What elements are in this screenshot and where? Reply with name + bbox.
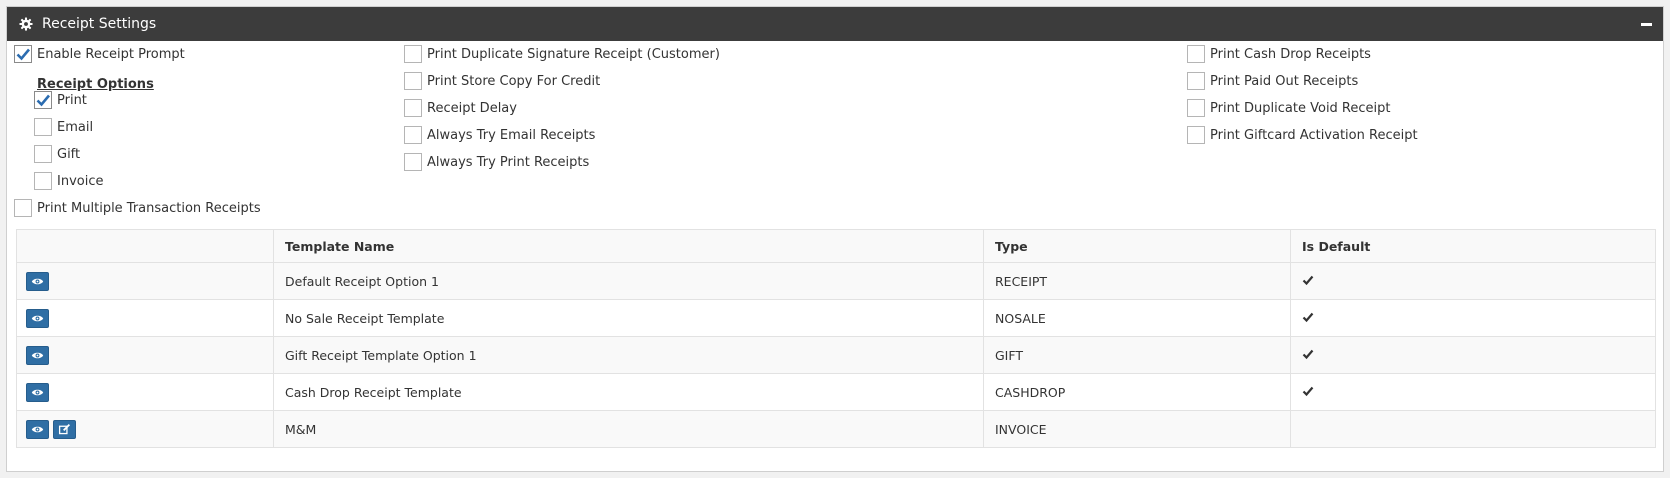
table-header-row: Template Name Type Is Default xyxy=(16,229,1656,263)
edit-button[interactable] xyxy=(53,419,76,439)
is-default-cell xyxy=(1290,299,1656,337)
row-actions-cell xyxy=(16,262,274,300)
type-cell: CASHDROP xyxy=(983,373,1291,411)
always-try-email-receipts-checkbox[interactable] xyxy=(404,126,422,144)
type-cell: RECEIPT xyxy=(983,262,1291,300)
eye-icon xyxy=(31,312,44,325)
checkmark-icon xyxy=(1302,274,1314,286)
templates-table-wrapper: Template Name Type Is Default Default Re… xyxy=(16,229,1656,448)
print-cash-drop-receipts-checkbox[interactable] xyxy=(1187,45,1205,63)
row-actions-cell xyxy=(16,336,274,374)
template-name-cell: No Sale Receipt Template xyxy=(273,299,984,337)
invoice-label: Invoice xyxy=(57,173,104,189)
actions-column-header xyxy=(16,229,274,263)
is-default-cell xyxy=(1290,262,1656,300)
eye-icon xyxy=(31,349,44,362)
print-duplicate-signature-receipt-label: Print Duplicate Signature Receipt (Custo… xyxy=(427,46,720,62)
print-checkbox[interactable] xyxy=(34,91,52,109)
table-row: Cash Drop Receipt Template CASHDROP xyxy=(16,373,1656,411)
type-column-header[interactable]: Type xyxy=(983,229,1291,263)
always-try-email-receipts-label: Always Try Email Receipts xyxy=(427,127,596,143)
checkmark-icon xyxy=(1302,311,1314,323)
template-name-cell: M&M xyxy=(273,410,984,448)
panel-title: Receipt Settings xyxy=(42,16,157,32)
template-name-cell: Cash Drop Receipt Template xyxy=(273,373,984,411)
table-row: M&M INVOICE xyxy=(16,410,1656,448)
receipt-option-invoice[interactable]: Invoice xyxy=(34,171,103,191)
minus-icon xyxy=(1640,22,1652,26)
always-try-print-receipts-checkbox[interactable] xyxy=(404,153,422,171)
print-paid-out-receipts-label: Print Paid Out Receipts xyxy=(1210,73,1359,89)
print-duplicate-signature-receipt-checkbox[interactable] xyxy=(404,45,422,63)
collapse-button[interactable] xyxy=(1639,17,1653,31)
print-cash-drop-receipts-option[interactable]: Print Cash Drop Receipts xyxy=(1187,44,1371,64)
receipt-option-email[interactable]: Email xyxy=(34,117,93,137)
table-row: Default Receipt Option 1 RECEIPT xyxy=(16,262,1656,300)
checkmark-icon xyxy=(1302,385,1314,397)
receipt-delay-option[interactable]: Receipt Delay xyxy=(404,98,517,118)
print-label: Print xyxy=(57,92,87,108)
edit-icon xyxy=(58,423,71,436)
view-button[interactable] xyxy=(26,308,49,328)
print-cash-drop-receipts-label: Print Cash Drop Receipts xyxy=(1210,46,1371,62)
table-row: Gift Receipt Template Option 1 GIFT xyxy=(16,336,1656,374)
is-default-cell xyxy=(1290,373,1656,411)
eye-icon xyxy=(31,423,44,436)
print-paid-out-receipts-checkbox[interactable] xyxy=(1187,72,1205,90)
eye-icon xyxy=(31,386,44,399)
eye-icon xyxy=(31,275,44,288)
row-actions-cell xyxy=(16,410,274,448)
is-default-column-header[interactable]: Is Default xyxy=(1290,229,1656,263)
template-name-cell: Default Receipt Option 1 xyxy=(273,262,984,300)
receipt-option-print[interactable]: Print xyxy=(34,90,87,110)
always-try-email-receipts-option[interactable]: Always Try Email Receipts xyxy=(404,125,595,145)
print-duplicate-void-receipt-label: Print Duplicate Void Receipt xyxy=(1210,100,1391,116)
receipt-settings-panel: Receipt Settings Enable Receipt Prompt R… xyxy=(6,6,1664,472)
print-store-copy-for-credit-option[interactable]: Print Store Copy For Credit xyxy=(404,71,600,91)
table-row: No Sale Receipt Template NOSALE xyxy=(16,299,1656,337)
type-cell: GIFT xyxy=(983,336,1291,374)
print-multiple-transaction-receipts-checkbox[interactable] xyxy=(14,199,32,217)
view-button[interactable] xyxy=(26,345,49,365)
print-duplicate-void-receipt-checkbox[interactable] xyxy=(1187,99,1205,117)
templates-table: Template Name Type Is Default Default Re… xyxy=(16,229,1656,448)
print-paid-out-receipts-option[interactable]: Print Paid Out Receipts xyxy=(1187,71,1358,91)
is-default-cell xyxy=(1290,410,1656,448)
print-giftcard-activation-receipt-label: Print Giftcard Activation Receipt xyxy=(1210,127,1418,143)
receipt-option-gift[interactable]: Gift xyxy=(34,144,80,164)
template-name-column-header[interactable]: Template Name xyxy=(273,229,984,263)
gear-icon xyxy=(19,17,33,31)
enable-receipt-prompt-option[interactable]: Enable Receipt Prompt xyxy=(14,44,185,64)
receipt-delay-label: Receipt Delay xyxy=(427,100,517,116)
print-store-copy-for-credit-label: Print Store Copy For Credit xyxy=(427,73,601,89)
template-name-cell: Gift Receipt Template Option 1 xyxy=(273,336,984,374)
receipt-delay-checkbox[interactable] xyxy=(404,99,422,117)
print-multiple-transaction-receipts-label: Print Multiple Transaction Receipts xyxy=(37,200,261,216)
gift-checkbox[interactable] xyxy=(34,145,52,163)
view-button[interactable] xyxy=(26,419,49,439)
row-actions-cell xyxy=(16,299,274,337)
gift-label: Gift xyxy=(57,146,81,162)
print-multiple-transaction-receipts-option[interactable]: Print Multiple Transaction Receipts xyxy=(14,198,261,218)
print-duplicate-void-receipt-option[interactable]: Print Duplicate Void Receipt xyxy=(1187,98,1391,118)
type-cell: INVOICE xyxy=(983,410,1291,448)
is-default-cell xyxy=(1290,336,1656,374)
view-button[interactable] xyxy=(26,271,49,291)
always-try-print-receipts-option[interactable]: Always Try Print Receipts xyxy=(404,152,589,172)
print-giftcard-activation-receipt-checkbox[interactable] xyxy=(1187,126,1205,144)
row-actions-cell xyxy=(16,373,274,411)
checkmark-icon xyxy=(1302,348,1314,360)
print-store-copy-for-credit-checkbox[interactable] xyxy=(404,72,422,90)
email-checkbox[interactable] xyxy=(34,118,52,136)
enable-receipt-prompt-label: Enable Receipt Prompt xyxy=(37,46,185,62)
type-cell: NOSALE xyxy=(983,299,1291,337)
always-try-print-receipts-label: Always Try Print Receipts xyxy=(427,154,590,170)
enable-receipt-prompt-checkbox[interactable] xyxy=(14,45,32,63)
print-duplicate-signature-receipt-option[interactable]: Print Duplicate Signature Receipt (Custo… xyxy=(404,44,720,64)
invoice-checkbox[interactable] xyxy=(34,172,52,190)
view-button[interactable] xyxy=(26,382,49,402)
email-label: Email xyxy=(57,119,94,135)
print-giftcard-activation-receipt-option[interactable]: Print Giftcard Activation Receipt xyxy=(1187,125,1418,145)
panel-header: Receipt Settings xyxy=(7,7,1663,41)
